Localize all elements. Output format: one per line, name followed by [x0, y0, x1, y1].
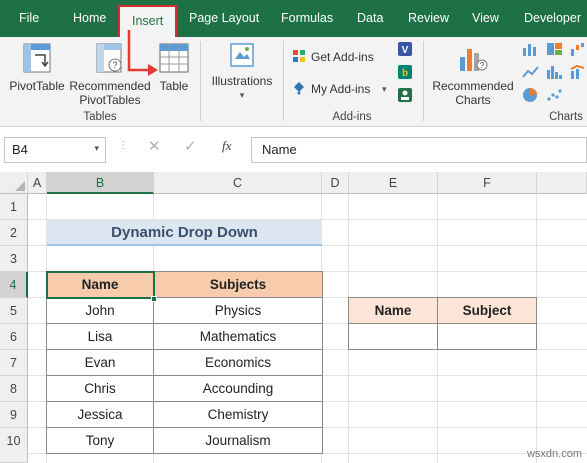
table-cell-subject[interactable]: Chemistry [154, 402, 322, 428]
row-header-8[interactable]: 8 [0, 376, 28, 402]
formula-bar: B4 ▾ ⋮ ✕ ✓ fx Name [0, 128, 587, 172]
column-header-f[interactable]: F [438, 172, 537, 194]
table-cell-name[interactable]: John [47, 298, 154, 324]
lookup-input-name[interactable] [349, 324, 438, 349]
column-header-e[interactable]: E [349, 172, 438, 194]
row-header-1[interactable]: 1 [0, 194, 28, 220]
table-cell-name[interactable]: Chris [47, 376, 154, 402]
column-header-c[interactable]: C [154, 172, 322, 194]
table-cell-subject[interactable]: Journalism [154, 428, 322, 453]
row-header-9[interactable]: 9 [0, 402, 28, 428]
active-cell-selection [46, 271, 155, 299]
table-cell-name[interactable]: Evan [47, 350, 154, 376]
table-cell-name[interactable]: Lisa [47, 324, 154, 350]
table-cell-subject[interactable]: Physics [154, 298, 322, 324]
table-cell-subject[interactable]: Mathematics [154, 324, 322, 350]
formula-input[interactable]: Name [251, 137, 587, 163]
row-header-7[interactable]: 7 [0, 350, 28, 376]
row-header-6[interactable]: 6 [0, 324, 28, 350]
sheet-title[interactable]: Dynamic Drop Down [47, 220, 322, 246]
row-header-4[interactable]: 4 [0, 272, 28, 298]
table-cell-name[interactable]: Tony [47, 428, 154, 453]
chevron-down-icon[interactable]: ▾ [94, 143, 99, 154]
lookup-output-subject[interactable] [438, 324, 536, 349]
lookup-header-subject[interactable]: Subject [438, 298, 536, 324]
row-header-2[interactable]: 2 [0, 220, 28, 246]
watermark: wsxdn.com [526, 448, 582, 460]
row-header-5[interactable]: 5 [0, 298, 28, 324]
column-header-empty[interactable] [537, 172, 587, 194]
table-cell-subject[interactable]: Accounding [154, 376, 322, 402]
column-header-a[interactable]: A [28, 172, 47, 194]
fill-handle[interactable] [151, 296, 157, 302]
header-cell-subjects[interactable]: Subjects [154, 272, 322, 298]
enter-icon[interactable]: ✓ [184, 137, 197, 155]
table-cell-name[interactable]: Jessica [47, 402, 154, 428]
column-header-d[interactable]: D [322, 172, 349, 194]
more-icon: ⋮ [118, 140, 128, 151]
lookup-header-name[interactable]: Name [349, 298, 438, 324]
select-all-corner[interactable] [0, 172, 28, 194]
row-header-10[interactable]: 10 [0, 428, 28, 463]
table-cell-subject[interactable]: Economics [154, 350, 322, 376]
row-header-3[interactable]: 3 [0, 246, 28, 272]
name-box[interactable]: B4 ▾ [4, 137, 106, 163]
corner-triangle-icon [15, 181, 25, 191]
cancel-icon[interactable]: ✕ [148, 137, 161, 155]
column-header-b[interactable]: B [47, 172, 154, 194]
name-box-value: B4 [12, 142, 28, 157]
formula-value: Name [262, 142, 297, 157]
insert-function-icon[interactable]: fx [222, 138, 231, 154]
